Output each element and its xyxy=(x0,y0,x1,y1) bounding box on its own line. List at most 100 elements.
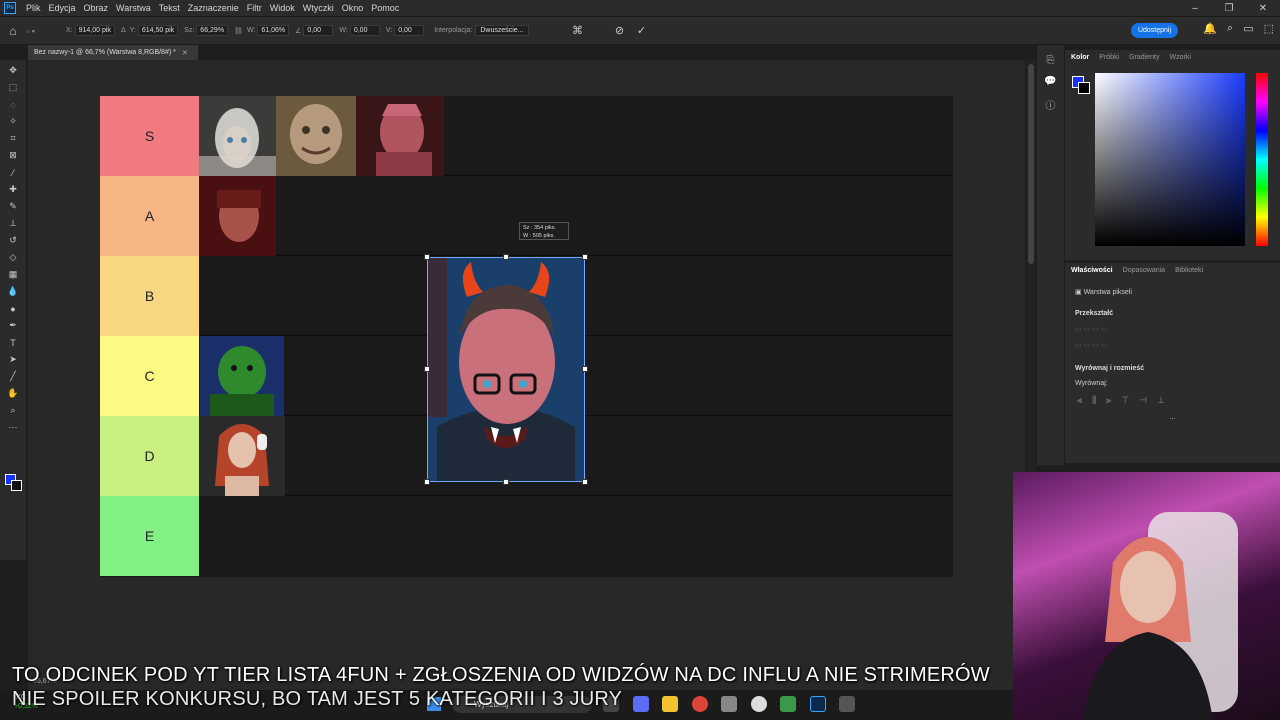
hskew-input[interactable]: 0,00 xyxy=(349,25,380,36)
menu-edycja[interactable]: Edycja xyxy=(45,3,80,13)
share-button[interactable]: Udostępnij xyxy=(1131,23,1178,38)
transform-handle-bottom-right[interactable] xyxy=(582,479,588,485)
photoshop-taskbar-icon[interactable] xyxy=(810,696,826,712)
panel-background-swatch[interactable] xyxy=(1078,82,1090,94)
tab-gradienty[interactable]: Gradienty xyxy=(1129,54,1159,61)
home-icon[interactable]: ⌂ xyxy=(0,24,26,38)
type-tool-icon[interactable]: T xyxy=(6,336,20,349)
transform-handle-right[interactable] xyxy=(582,366,588,372)
close-tab-icon[interactable]: ✕ xyxy=(182,49,188,57)
path-select-icon[interactable]: ➤ xyxy=(6,353,20,366)
link-icon[interactable]: ⛓ xyxy=(234,27,243,35)
color-picker-field[interactable] xyxy=(1095,73,1245,246)
eraser-icon[interactable]: ◇ xyxy=(6,251,20,264)
transform-handle-left[interactable] xyxy=(424,366,430,372)
transform-handle-top[interactable] xyxy=(503,254,509,260)
more-options-icon[interactable]: ... xyxy=(1065,410,1280,425)
document-tab[interactable]: Bez nazwy-1 @ 66,7% (Warstwa 8,RGB/8#) *… xyxy=(28,45,198,60)
dodge-tool-icon[interactable]: ● xyxy=(6,302,20,315)
align-right-icon[interactable]: ⫸ xyxy=(1106,395,1111,406)
eyedropper-icon[interactable]: ⁄ xyxy=(6,166,20,179)
gradient-tool-icon[interactable]: ▦ xyxy=(6,268,20,281)
marquee-tool-icon[interactable]: ⬚ xyxy=(6,81,20,94)
crop-tool-icon[interactable]: ⌗ xyxy=(6,132,20,145)
tab-kolor[interactable]: Kolor xyxy=(1071,54,1089,61)
close-icon[interactable]: ✕ xyxy=(1246,3,1280,14)
more-tools-icon[interactable]: ⋯ xyxy=(6,421,20,434)
bell-icon[interactable]: 🔔 xyxy=(1203,22,1217,35)
lasso-tool-icon[interactable]: ◌ xyxy=(6,98,20,111)
commit-transform-icon[interactable]: ✓ xyxy=(633,24,651,37)
menu-wtyczki[interactable]: Wtyczki xyxy=(299,3,338,13)
transform-section-header[interactable]: Przekształć xyxy=(1065,306,1280,321)
info-panel-icon[interactable]: ⓘ xyxy=(1046,97,1056,112)
align-top-icon[interactable]: ⊤ xyxy=(1121,395,1129,406)
blur-tool-icon[interactable]: 💧 xyxy=(6,285,20,298)
menu-zaznaczenie[interactable]: Zaznaczenie xyxy=(184,3,243,13)
stamp-tool-icon[interactable]: ⊥ xyxy=(6,217,20,230)
workspace-icon[interactable]: ▭ xyxy=(1243,22,1253,35)
frame-tool-icon[interactable]: ⊠ xyxy=(6,149,20,162)
menu-widok[interactable]: Widok xyxy=(266,3,299,13)
transform-handle-bottom[interactable] xyxy=(503,479,509,485)
transform-bounding-box[interactable] xyxy=(424,254,588,485)
menu-warstwa[interactable]: Warstwa xyxy=(112,3,155,13)
align-section-header[interactable]: Wyrównaj i rozmieść xyxy=(1065,361,1280,376)
reference-point-icon[interactable]: ▫ ▪ xyxy=(26,26,66,36)
hue-slider[interactable] xyxy=(1256,73,1268,246)
menu-pomoc[interactable]: Pomoc xyxy=(367,3,403,13)
streamer-person xyxy=(1083,537,1213,720)
interpolation-select[interactable]: Dwuszeście... xyxy=(475,25,529,36)
width-percent-input[interactable]: 66,29% xyxy=(196,25,229,36)
height-percent-input[interactable]: 61,06% xyxy=(257,25,290,36)
menu-obraz[interactable]: Obraz xyxy=(80,3,113,13)
vskew-input[interactable]: 0,00 xyxy=(394,25,425,36)
menu-tekst[interactable]: Tekst xyxy=(155,3,184,13)
brush-tool-icon[interactable]: ✎ xyxy=(6,200,20,213)
magic-wand-icon[interactable]: ✧ xyxy=(6,115,20,128)
delta-icon[interactable]: Δ xyxy=(121,27,126,34)
tab-wzorki[interactable]: Wzorki xyxy=(1169,54,1190,61)
transform-handle-top-right[interactable] xyxy=(582,254,588,260)
angle-input[interactable]: 0,00 xyxy=(303,25,334,36)
transform-handle-top-left[interactable] xyxy=(424,254,430,260)
menu-okno[interactable]: Okno xyxy=(338,3,368,13)
app-icon-4[interactable] xyxy=(780,696,796,712)
app-icon-5[interactable] xyxy=(839,696,855,712)
tab-wlasciwosci[interactable]: Właściwości xyxy=(1071,267,1113,274)
align-middle-icon[interactable]: ⊣ xyxy=(1139,395,1147,406)
app-icon-3[interactable] xyxy=(751,696,767,712)
tab-dopasowania[interactable]: Dopasowania xyxy=(1123,267,1165,274)
x-input[interactable]: 914,00 pik xyxy=(74,25,115,36)
tab-probki[interactable]: Próbki xyxy=(1099,54,1119,61)
scrollbar-thumb[interactable] xyxy=(1028,64,1034,264)
align-bottom-icon[interactable]: ⊥ xyxy=(1157,395,1165,406)
pen-tool-icon[interactable]: ✒ xyxy=(6,319,20,332)
y-input[interactable]: 614,50 pik xyxy=(137,25,179,36)
app-icon-2[interactable] xyxy=(721,696,737,712)
restore-icon[interactable]: ❐ xyxy=(1212,3,1246,14)
chrome-icon[interactable] xyxy=(692,696,708,712)
menu-filtr[interactable]: Filtr xyxy=(243,3,266,13)
file-explorer-icon[interactable] xyxy=(662,696,678,712)
menu-plik[interactable]: Plik xyxy=(22,3,45,13)
search-icon[interactable]: ⌕ xyxy=(1227,22,1233,35)
history-brush-icon[interactable]: ↺ xyxy=(6,234,20,247)
transform-handle-bottom-left[interactable] xyxy=(424,479,430,485)
minimize-icon[interactable]: – xyxy=(1178,3,1212,14)
zoom-tool-icon[interactable]: ⌕ xyxy=(6,404,20,417)
align-left-icon[interactable]: ⫷ xyxy=(1077,395,1082,406)
history-panel-icon[interactable]: ⎘ xyxy=(1047,55,1055,66)
cancel-transform-icon[interactable]: ⊘ xyxy=(611,24,629,37)
tab-biblioteki[interactable]: Biblioteki xyxy=(1175,267,1203,274)
line-tool-icon[interactable]: ╱ xyxy=(6,370,20,383)
warp-icon[interactable]: ⌘ xyxy=(569,24,587,37)
hand-tool-icon[interactable]: ✋ xyxy=(6,387,20,400)
move-tool-icon[interactable]: ✥ xyxy=(6,64,20,77)
align-center-icon[interactable]: ⫼ xyxy=(1092,395,1096,406)
comments-panel-icon[interactable]: 💬 xyxy=(1044,76,1056,87)
app-icon-1[interactable] xyxy=(633,696,649,712)
expand-icon[interactable]: ⬚ xyxy=(1264,22,1274,35)
healing-brush-icon[interactable]: ✚ xyxy=(6,183,20,196)
background-color-swatch[interactable] xyxy=(11,480,22,491)
